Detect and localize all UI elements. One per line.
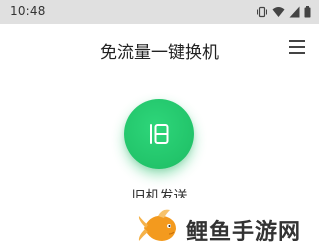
status-time: 10:48 bbox=[10, 4, 46, 18]
menu-icon bbox=[289, 46, 305, 48]
watermark-text: 鲤鱼手游网 bbox=[186, 220, 302, 245]
vibrate-icon bbox=[256, 3, 268, 22]
send-from-old-phone-button[interactable] bbox=[124, 99, 194, 169]
watermark: 鲤鱼手游网 bbox=[132, 204, 319, 251]
menu-icon bbox=[289, 52, 305, 54]
battery-icon bbox=[304, 3, 311, 22]
status-icons bbox=[256, 5, 311, 18]
menu-button[interactable] bbox=[289, 40, 305, 54]
app-header: 免流量一键换机 bbox=[0, 24, 319, 74]
action-label: 旧机发送 bbox=[131, 189, 188, 198]
phone-transfer-icon bbox=[144, 119, 174, 153]
wifi-icon bbox=[272, 3, 285, 22]
page-title: 免流量一键换机 bbox=[100, 43, 219, 63]
status-bar: 10:48 bbox=[0, 0, 319, 24]
menu-icon bbox=[289, 40, 305, 42]
fish-logo-icon bbox=[136, 206, 182, 252]
signal-icon bbox=[289, 3, 300, 22]
